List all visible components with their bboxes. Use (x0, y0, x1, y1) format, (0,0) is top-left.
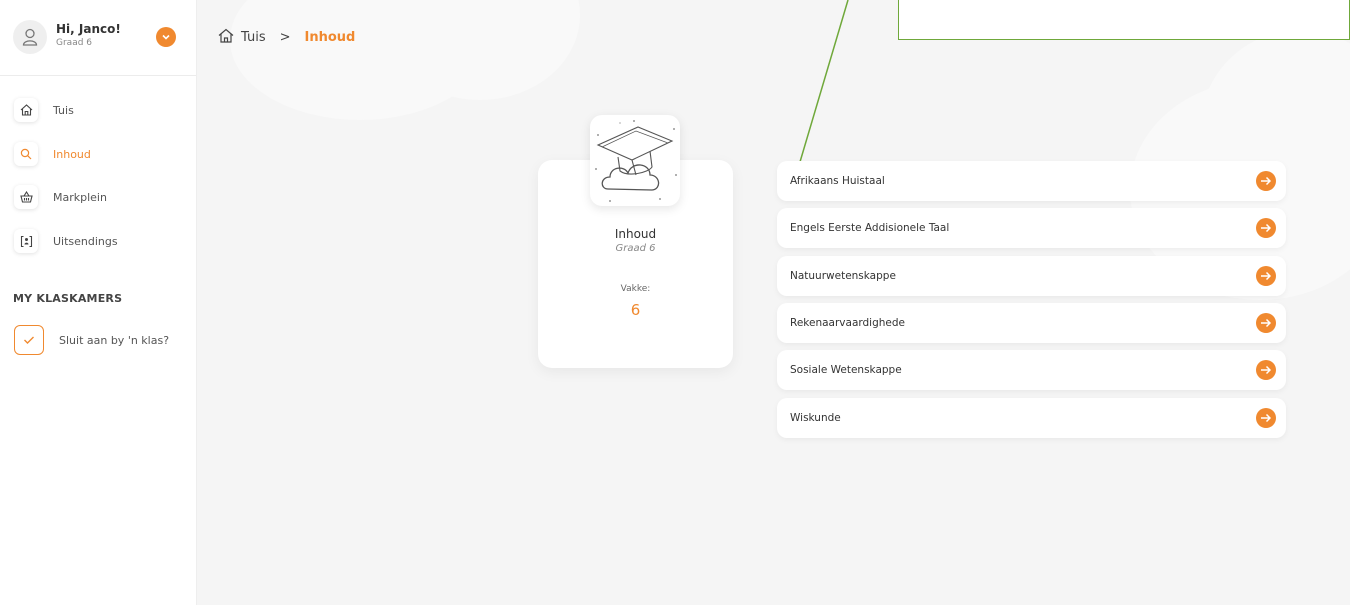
annotation-box (898, 0, 1350, 40)
sidebar-item-label: Markplein (53, 190, 107, 204)
sidebar-item-inhoud[interactable]: Inhoud (14, 142, 91, 166)
subject-name: Sosiale Wetenskappe (790, 364, 902, 376)
subject-name: Wiskunde (790, 412, 841, 424)
join-class-button[interactable]: Sluit aan by 'n klas? (14, 325, 169, 355)
basket-icon (14, 185, 38, 209)
content-title: Inhoud (614, 227, 657, 241)
sidebar-item-markplein[interactable]: Markplein (14, 185, 107, 209)
breadcrumb-current: Inhoud (304, 30, 356, 45)
check-icon (14, 325, 44, 355)
subject-name: Engels Eerste Addisionele Taal (790, 222, 950, 234)
subject-row[interactable]: Rekenaarvaardighede (777, 303, 1286, 343)
sidebar-item-label: Uitsendings (53, 234, 118, 248)
join-class-label: Sluit aan by 'n klas? (59, 333, 170, 347)
graduation-cloud-icon (590, 115, 680, 206)
sidebar-item-label: Tuis (53, 103, 74, 117)
sidebar: Hi, Janco! Graad 6 Tuis Inhoud Markplein… (0, 0, 197, 605)
breadcrumb-home-link[interactable]: Tuis (241, 30, 266, 45)
user-grade: Graad 6 (56, 38, 93, 48)
breadcrumb-separator: > (279, 30, 291, 45)
user-avatar-icon (13, 20, 47, 54)
sidebar-item-tuis[interactable]: Tuis (14, 98, 74, 122)
subject-row[interactable]: Sosiale Wetenskappe (777, 350, 1286, 390)
home-icon (14, 98, 38, 122)
arrow-right-icon[interactable] (1256, 360, 1276, 380)
breadcrumb: Tuis > Inhoud (218, 28, 355, 47)
sidebar-item-uitsendings[interactable]: Uitsendings (14, 229, 118, 253)
home-icon[interactable] (218, 28, 234, 47)
sidebar-item-label: Inhoud (53, 147, 91, 161)
chevron-down-icon[interactable] (156, 27, 176, 47)
subject-name: Natuurwetenskappe (790, 270, 896, 282)
arrow-right-icon[interactable] (1256, 218, 1276, 238)
subject-row[interactable]: Engels Eerste Addisionele Taal (777, 208, 1286, 248)
user-greeting: Hi, Janco! (56, 22, 121, 36)
subject-row[interactable]: Wiskunde (777, 398, 1286, 438)
subjects-count-label: Vakke: (620, 284, 651, 294)
content-grade: Graad 6 (615, 243, 656, 254)
subject-row[interactable]: Afrikaans Huistaal (777, 161, 1286, 201)
arrow-right-icon[interactable] (1256, 266, 1276, 286)
arrow-right-icon[interactable] (1256, 313, 1276, 333)
arrow-right-icon[interactable] (1256, 171, 1276, 191)
subject-row[interactable]: Natuurwetenskappe (777, 256, 1286, 296)
sidebar-divider (0, 75, 196, 76)
subject-name: Rekenaarvaardighede (790, 317, 905, 329)
broadcast-icon (14, 229, 38, 253)
search-icon (14, 142, 38, 166)
arrow-right-icon[interactable] (1256, 408, 1276, 428)
subject-name: Afrikaans Huistaal (790, 175, 885, 187)
classrooms-heading: MY KLASKAMERS (13, 292, 123, 305)
subjects-count-value: 6 (630, 301, 641, 319)
user-profile[interactable]: Hi, Janco! Graad 6 (13, 20, 188, 54)
